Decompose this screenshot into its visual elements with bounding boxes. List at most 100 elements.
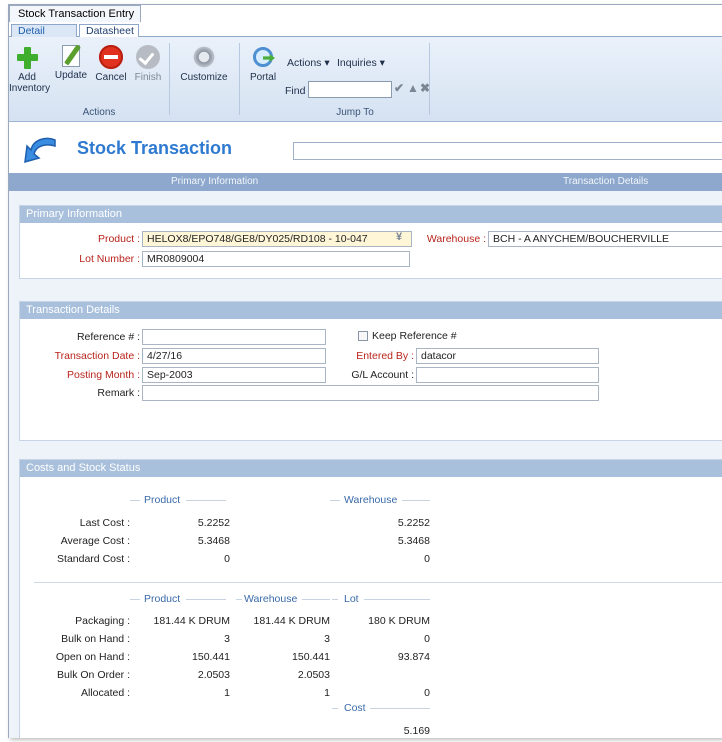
reference-label: Reference # : (76, 331, 140, 343)
last-cost-warehouse: 5.2252 (397, 517, 430, 529)
packaging-label: Packaging : (75, 615, 130, 627)
transaction-details-panel: Transaction Details Reference # : Keep R… (19, 301, 722, 441)
packaging-product: 181.44 K DRUM (153, 615, 230, 627)
open-on-hand-lot: 93.874 (397, 651, 430, 663)
finish-icon (136, 45, 160, 69)
standard-cost-warehouse: 0 (424, 553, 430, 565)
app-window: Stock Transaction Entry Detail View Data… (8, 4, 722, 738)
cost-column-header: Cost (344, 702, 366, 714)
transaction-date-label: Transaction Date : (54, 350, 140, 362)
ribbon-separator (169, 43, 170, 115)
warehouse-column-header: Warehouse (244, 593, 298, 605)
jump-to-group-label: Jump To (336, 107, 374, 118)
column-rule (236, 599, 242, 600)
back-arrow-icon[interactable] (21, 134, 61, 166)
ribbon-separator (239, 43, 240, 115)
product-label: Product : (97, 233, 140, 245)
find-label: Find (285, 85, 306, 97)
gears-icon (192, 45, 216, 69)
column-rule (332, 599, 338, 600)
window-tabbar: Stock Transaction Entry (9, 5, 722, 22)
open-on-hand-label: Open on Hand : (55, 651, 130, 663)
add-label-line2: Inventory (9, 83, 51, 94)
column-rule (186, 500, 226, 501)
reference-input[interactable] (142, 329, 326, 345)
posting-month-input[interactable]: Sep-2003 (142, 367, 326, 383)
find-input[interactable] (308, 81, 392, 98)
actions-menu[interactable]: Actions ▾ (287, 57, 330, 69)
bulk-on-hand-label: Bulk on Hand : (61, 633, 130, 645)
portal-label: Portal (249, 72, 277, 83)
open-on-hand-warehouse: 150.441 (292, 651, 330, 663)
section-divider (34, 582, 722, 583)
lot-column-header: Lot (344, 593, 359, 605)
ribbon-separator (429, 43, 430, 115)
bulk-on-order-label: Bulk On Order : (57, 669, 130, 681)
keep-reference-checkbox[interactable] (358, 331, 368, 341)
customize-button[interactable]: Customize (173, 45, 235, 83)
find-down-icon[interactable]: ✔ (394, 81, 404, 95)
section-nav-bar: Primary Information Transaction Details (9, 173, 722, 191)
cancel-icon (99, 45, 123, 69)
header-search-input[interactable] (293, 142, 722, 160)
tab-datasheet[interactable]: Datasheet (79, 24, 139, 37)
find-up-icon[interactable]: ▲ (407, 81, 419, 95)
allocated-warehouse: 1 (324, 687, 330, 699)
page-title: Stock Transaction (77, 138, 233, 158)
average-cost-label: Average Cost : (60, 535, 130, 547)
bulk-on-hand-product: 3 (224, 633, 230, 645)
bulk-on-order-product: 2.0503 (197, 669, 230, 681)
allocated-lot: 0 (424, 687, 430, 699)
column-rule (186, 599, 226, 600)
portal-icon (251, 45, 275, 69)
page-header: Stock Transaction (9, 123, 722, 173)
portal-button[interactable]: Portal (245, 45, 281, 83)
column-rule (302, 599, 330, 600)
bulk-on-hand-warehouse: 3 (324, 633, 330, 645)
standard-cost-label: Standard Cost : (57, 553, 130, 565)
content-area: Primary Information Product : HELOX8/EPO… (9, 191, 722, 738)
cancel-label: Cancel (95, 72, 127, 83)
update-button[interactable]: Update (49, 45, 93, 81)
inquiries-menu[interactable]: Inquiries ▾ (337, 57, 385, 69)
warehouse-input[interactable]: BCH - A ANYCHEM/BOUCHERVILLE (488, 231, 722, 247)
lot-number-input[interactable]: MR0809004 (142, 251, 410, 267)
transaction-date-input[interactable]: 4/27/16 (142, 348, 326, 364)
nav-primary-information[interactable]: Primary Information (171, 176, 258, 187)
primary-information-panel: Primary Information Product : HELOX8/EPO… (19, 205, 722, 279)
ribbon-tabs: Detail View Datasheet (9, 22, 722, 50)
panel-title: Costs and Stock Status (20, 460, 722, 477)
last-cost-label: Last Cost : (79, 517, 130, 529)
packaging-lot: 180 K DRUM (368, 615, 430, 627)
column-rule (332, 708, 338, 709)
remark-input[interactable] (142, 385, 599, 401)
finish-label: Finish (134, 72, 162, 83)
product-column-header: Product (144, 494, 181, 506)
panel-title: Primary Information (20, 206, 722, 223)
allocated-label: Allocated : (80, 687, 130, 699)
keep-reference-label: Keep Reference # (372, 330, 457, 342)
product-column-header: Product (144, 593, 181, 605)
update-icon (62, 45, 80, 67)
posting-month-label: Posting Month : (67, 369, 140, 381)
column-rule (370, 708, 430, 709)
gl-account-label: G/L Account : (351, 369, 414, 381)
add-inventory-button[interactable]: Add Inventory (9, 45, 51, 94)
cancel-button[interactable]: Cancel (91, 45, 131, 83)
product-dropdown-icon[interactable]: ¥ (396, 231, 402, 243)
entered-by-input[interactable]: datacor (416, 348, 599, 364)
costs-stock-status-panel: Costs and Stock Status Product Warehouse… (19, 459, 722, 738)
column-rule (402, 500, 430, 501)
packaging-warehouse: 181.44 K DRUM (253, 615, 330, 627)
product-input[interactable]: HELOX8/EPO748/GE8/DY025/RD108 - 10-047 (142, 231, 412, 247)
gl-account-input[interactable] (416, 367, 599, 383)
window-tab[interactable]: Stock Transaction Entry (9, 5, 142, 22)
tab-detail-view[interactable]: Detail View (11, 24, 77, 50)
column-rule (130, 500, 140, 501)
average-cost-warehouse: 5.3468 (397, 535, 430, 547)
ribbon-toolbar: Add Inventory Update Cancel Finish Actio… (9, 37, 722, 122)
nav-transaction-details[interactable]: Transaction Details (563, 176, 648, 187)
finish-button[interactable]: Finish (129, 45, 167, 83)
bulk-on-order-warehouse: 2.0503 (297, 669, 330, 681)
column-rule (364, 599, 430, 600)
